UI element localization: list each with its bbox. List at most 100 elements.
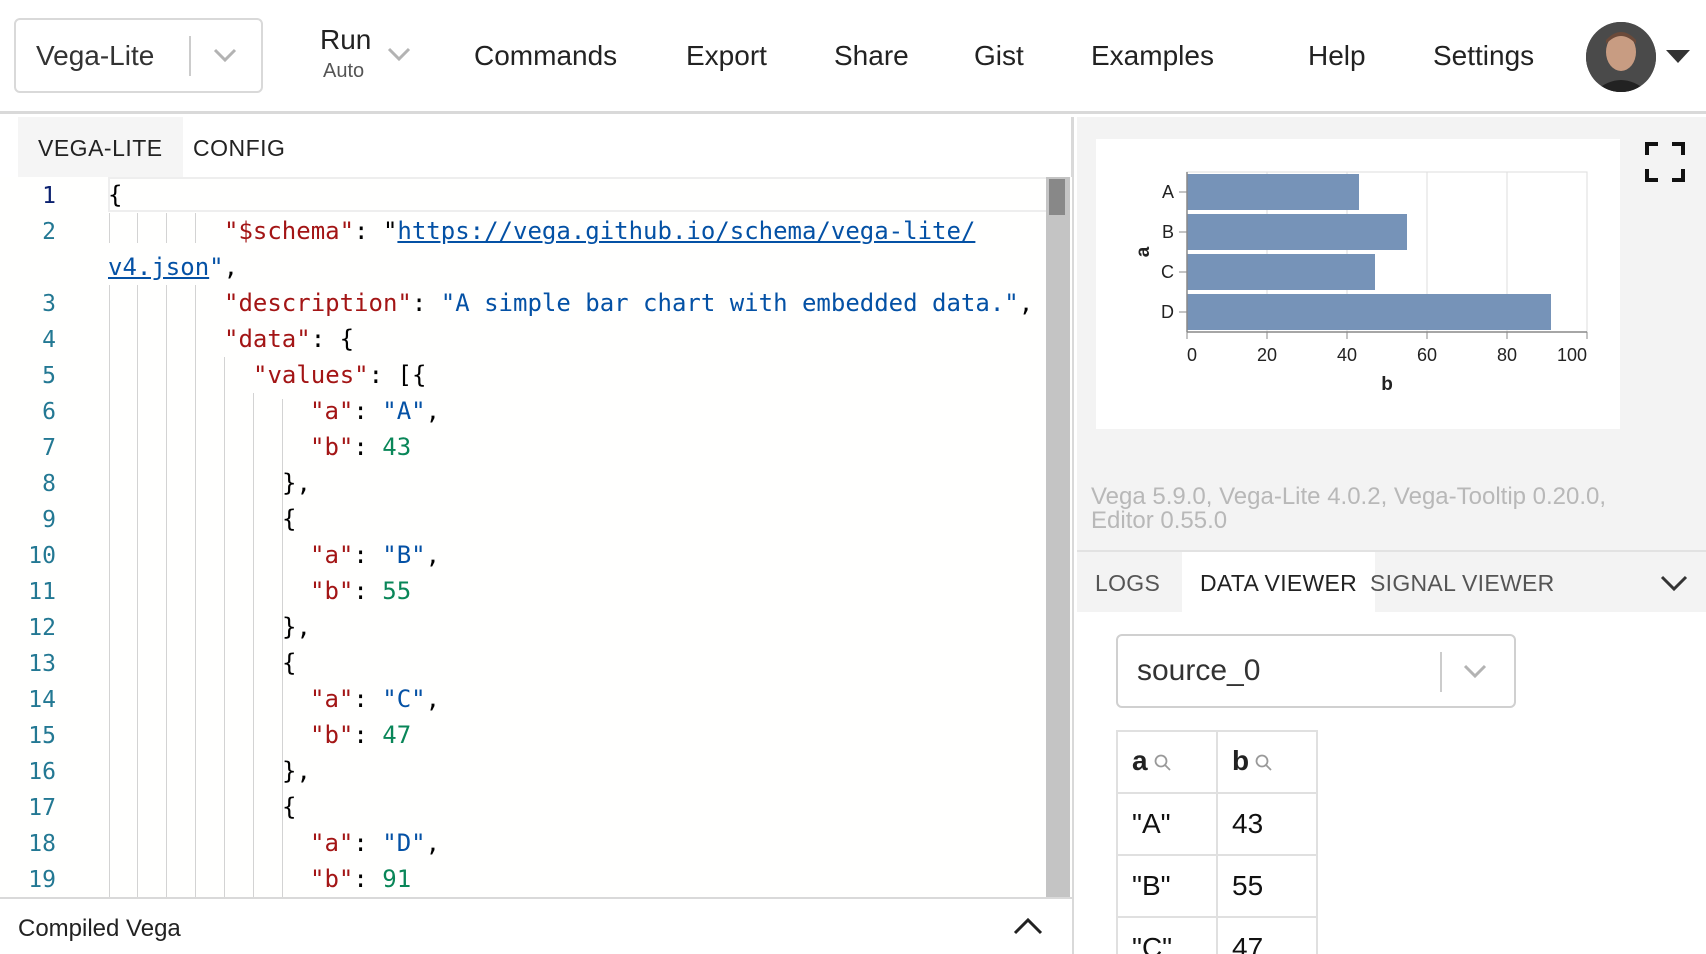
indent-guide [166,285,167,897]
table-cell: 55 [1216,854,1318,918]
code-line: }, [282,757,311,785]
code-line: }, [282,469,311,497]
line-number: 16 [28,759,56,785]
code-line: { [282,649,297,677]
code-line: "$schema": "https://vega.github.io/schem… [224,217,976,245]
y-tick-label: C [1161,262,1174,282]
line-number: 4 [42,327,56,353]
x-tick-label: 100 [1557,345,1587,365]
tab-vega-lite[interactable]: VEGA-LITE [18,117,183,177]
fullscreen-icon[interactable] [1644,141,1686,188]
nav-export[interactable]: Export [686,40,767,72]
line-number: 11 [28,579,56,605]
line-number: 10 [28,543,56,569]
table-row: "B" 55 [1116,854,1318,918]
code-line: "a": "A", [310,397,441,425]
dataset-select[interactable]: source_0 [1116,634,1516,708]
indent-guide [166,213,167,243]
code-line: "values": [{ [253,361,427,389]
bar-c [1187,254,1375,290]
tab-signal-viewer[interactable]: SIGNAL VIEWER [1352,552,1573,614]
mode-select-label: Vega-Lite [36,40,155,71]
indent-guide [195,213,196,243]
run-label: Run [320,24,372,55]
line-number: 9 [42,507,56,533]
line-number: 12 [28,615,56,641]
editor-tabs: VEGA-LITE CONFIG [0,117,1074,177]
code-editor[interactable]: 1 2 3 4 5 6 7 8 9 10 11 12 13 14 15 16 1… [0,177,1072,897]
indent-guide [109,285,110,897]
indent-guide [253,393,254,897]
table-row: "C" 47 [1116,916,1318,954]
line-number: 2 [42,219,56,245]
code-line: "a": "C", [310,685,441,713]
debug-panel: LOGS DATA VIEWER SIGNAL VIEWER source_0 … [1077,550,1706,954]
indent-guide [137,213,138,243]
table-cell: 43 [1216,792,1318,856]
line-number: 1 [42,183,56,209]
nav-examples[interactable]: Examples [1091,40,1214,72]
output-pane: A B C D 0 20 40 60 80 100 b a Vega 5.9.0, Vega-Lite… [1077,117,1706,954]
schema-link-cont[interactable]: v4.json [108,253,209,281]
chart-card: A B C D 0 20 40 60 80 100 b a [1096,139,1620,429]
chevron-up-icon[interactable] [1012,915,1044,942]
x-tick-label: 20 [1257,345,1277,365]
run-button[interactable]: Run Auto [320,24,371,83]
chevron-down-icon [1462,660,1488,687]
indent-guide [224,357,225,897]
mode-select[interactable]: Vega-Lite [14,18,263,93]
header-bar: Vega-Lite Run Auto Commands Export Share… [0,0,1706,114]
code-line: { [108,181,123,209]
y-tick-label: A [1162,182,1174,202]
code-line: "b": 91 [310,865,412,893]
schema-link[interactable]: https://vega.github.io/schema/vega-lite/ [397,217,975,245]
tab-data-viewer[interactable]: DATA VIEWER [1182,552,1376,614]
current-line-highlight [108,177,1048,212]
nav-commands[interactable]: Commands [474,40,617,72]
nav-share[interactable]: Share [834,40,909,72]
nav-gist[interactable]: Gist [974,40,1024,72]
x-axis-title: b [1381,374,1393,395]
code-line: { [282,505,297,533]
table-row: "A" 43 [1116,792,1318,856]
run-mode-label: Auto [323,60,365,82]
table-cell: "C" [1116,916,1218,954]
x-tick-label: 60 [1417,345,1437,365]
search-icon[interactable] [1255,747,1273,779]
x-tick-label: 40 [1337,345,1357,365]
run-options-chevron-icon[interactable] [386,44,412,69]
scrollbar-thumb[interactable] [1049,179,1065,215]
code-line: { [282,793,297,821]
table-header-row: a b [1116,730,1318,794]
tab-config[interactable]: CONFIG [173,117,305,177]
column-header-a[interactable]: a [1116,730,1218,794]
table-cell: "B" [1116,854,1218,918]
code-line: "a": "B", [310,541,441,569]
compiled-vega-bar[interactable]: Compiled Vega [0,897,1072,954]
x-tick-label: 80 [1497,345,1517,365]
code-line: "b": 43 [310,433,412,461]
line-number: 18 [28,831,56,857]
editor-scrollbar[interactable] [1046,177,1070,897]
line-number: 7 [42,435,56,461]
user-avatar[interactable] [1586,22,1656,92]
account-menu-caret-icon[interactable] [1666,50,1690,63]
tab-logs[interactable]: LOGS [1077,552,1178,614]
code-line: v4.json", [108,253,239,281]
indent-guide [137,285,138,897]
indent-guide [195,285,196,897]
chevron-down-icon [212,42,238,73]
line-number: 6 [42,399,56,425]
line-number: 13 [28,651,56,677]
search-icon[interactable] [1154,747,1172,779]
line-number-gutter: 1 2 3 4 5 6 7 8 9 10 11 12 13 14 15 16 1… [0,177,100,897]
code-line: "b": 47 [310,721,412,749]
x-tick-label: 0 [1187,345,1197,365]
collapse-chevron-icon[interactable] [1659,572,1689,599]
data-table: a b "A" 43 "B" 55 "C" 47 [1116,730,1318,954]
nav-help[interactable]: Help [1308,40,1366,72]
column-header-b[interactable]: b [1216,730,1318,794]
nav-settings[interactable]: Settings [1433,40,1534,72]
line-number: 19 [28,867,56,893]
line-number: 8 [42,471,56,497]
